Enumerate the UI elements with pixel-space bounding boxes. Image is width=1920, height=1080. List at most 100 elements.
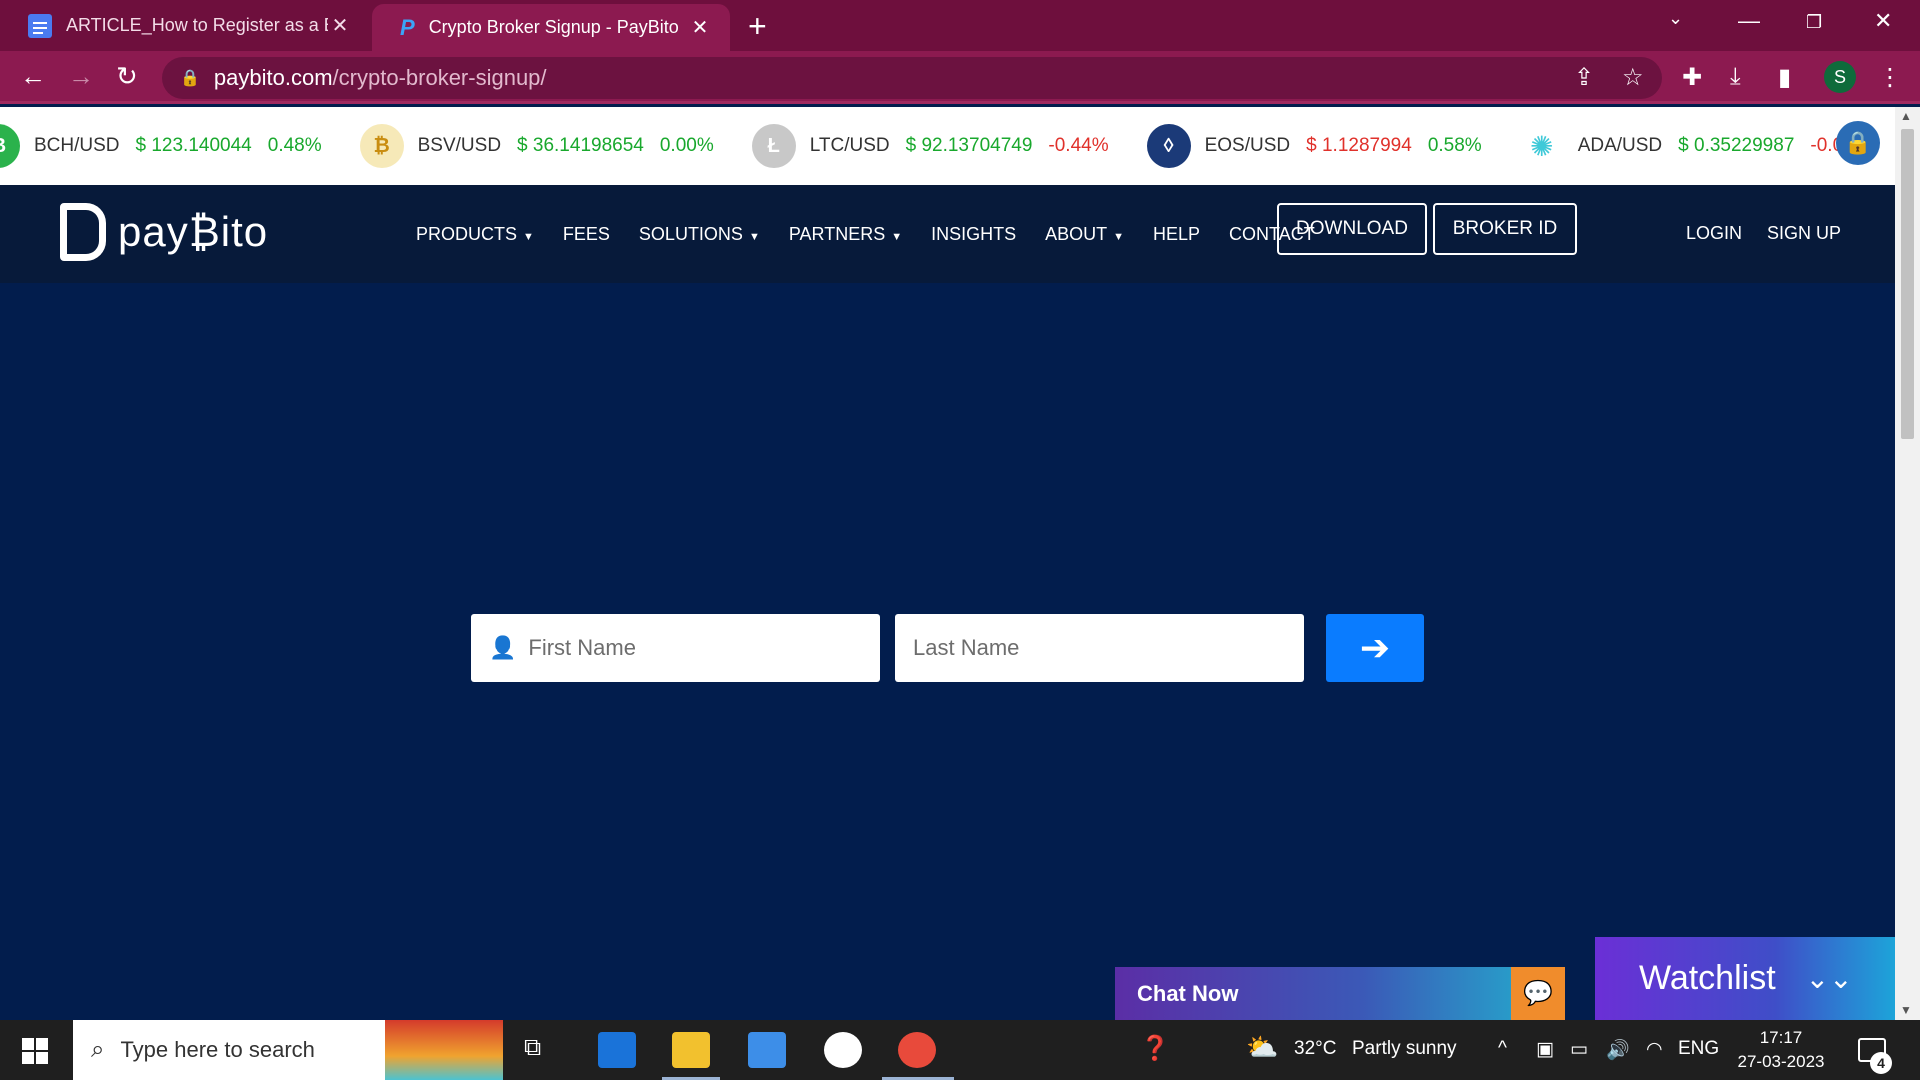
arrow-right-icon: ➔ <box>1359 627 1391 668</box>
taskbar-clock[interactable]: 17:17 27-03-2023 <box>1735 1026 1827 1074</box>
ticker-pair: ADA/USD <box>1577 135 1663 156</box>
tab-search-chevron-icon[interactable]: ⌄ <box>1668 8 1683 29</box>
login-link[interactable]: LOGIN <box>1686 223 1742 244</box>
nav-partners[interactable]: PARTNERS ▼ <box>789 224 902 245</box>
bookmark-star-icon[interactable]: ☆ <box>1622 63 1644 92</box>
caret-down-icon: ▼ <box>523 230 534 243</box>
download-button[interactable]: DOWNLOAD <box>1277 203 1427 255</box>
chat-now-label: Chat Now <box>1137 980 1239 1006</box>
ticker-item-ada[interactable]: ✺ ADA/USD $ 0.35229987 -0.06% <box>1519 124 1871 168</box>
windows-taskbar: ⌕ Type here to search ⧉ ❓ ⛅ 32°C Partly … <box>0 1020 1920 1080</box>
search-highlight-image[interactable] <box>385 1020 503 1080</box>
wifi-icon[interactable]: ◠ <box>1646 1038 1663 1061</box>
weather-description[interactable]: Partly sunny <box>1352 1038 1457 1060</box>
search-icon: ⌕ <box>91 1036 105 1063</box>
ticker-price: $ 123.140044 <box>135 135 252 156</box>
first-name-field[interactable]: 👤 First Name <box>471 614 880 682</box>
eos-icon: ◊ <box>1146 124 1191 168</box>
chrome-icon[interactable] <box>898 1032 936 1068</box>
reload-icon[interactable]: ↻ <box>116 61 138 92</box>
submit-button[interactable]: ➔ <box>1326 614 1424 682</box>
signup-link[interactable]: SIGN UP <box>1767 223 1841 244</box>
windows-start-icon[interactable] <box>22 1038 48 1064</box>
cardano-icon: ✺ <box>1519 124 1564 168</box>
file-explorer-icon[interactable] <box>672 1032 710 1068</box>
last-name-field[interactable]: Last Name <box>895 614 1304 682</box>
close-window-icon[interactable]: ✕ <box>1874 8 1892 34</box>
share-icon[interactable]: ⇪ <box>1574 63 1594 92</box>
new-tab-icon[interactable]: + <box>748 8 767 45</box>
slack-icon[interactable] <box>824 1032 862 1068</box>
nav-solutions[interactable]: SOLUTIONS ▼ <box>639 224 760 245</box>
ticker-price: $ 0.35229987 <box>1678 135 1795 156</box>
minimize-icon[interactable]: — <box>1738 8 1760 34</box>
nav-insights[interactable]: INSIGHTS <box>931 224 1016 245</box>
watchlist-label: Watchlist <box>1639 959 1776 997</box>
taskbar-search-box[interactable]: ⌕ Type here to search <box>73 1020 385 1080</box>
nav-fees[interactable]: FEES <box>563 224 610 245</box>
ticker-price: $ 36.14198654 <box>517 135 644 156</box>
broker-id-button[interactable]: BROKER ID <box>1433 203 1577 255</box>
watchlist-widget[interactable]: Watchlist ⌄⌄ <box>1595 937 1895 1020</box>
weather-icon[interactable]: ⛅ <box>1246 1032 1278 1063</box>
main-nav: PRODUCTS ▼ FEES SOLUTIONS ▼ PARTNERS ▼ INSI… <box>416 185 1344 283</box>
mail-icon[interactable] <box>598 1032 636 1068</box>
tab-article[interactable]: ARTICLE_How to Register as a Br ✕ <box>0 0 370 51</box>
scroll-up-icon[interactable]: ▲ <box>1900 109 1912 123</box>
address-bar: ← → ↻ 🔒 paybito.com /crypto-broker-signu… <box>0 51 1920 104</box>
extensions-icon[interactable]: ✚ <box>1682 63 1702 92</box>
notification-count-badge: 4 <box>1870 1052 1892 1074</box>
forward-icon[interactable]: → <box>68 61 94 92</box>
ticker-item-eos[interactable]: ◊ EOS/USD $ 1.1287994 0.58% <box>1146 124 1482 168</box>
bitcoin-sv-icon: ₿ <box>359 124 404 168</box>
paybito-logo-mark <box>60 203 106 261</box>
nav-products[interactable]: PRODUCTS ▼ <box>416 224 534 245</box>
language-indicator[interactable]: ENG <box>1678 1038 1719 1060</box>
padlock-icon[interactable]: 🔒 <box>1836 121 1880 165</box>
close-tab-icon[interactable]: ✕ <box>328 13 352 38</box>
ticker-item-bsv[interactable]: ₿ BSV/USD $ 36.14198654 0.00% <box>359 124 714 168</box>
meet-now-icon[interactable]: ▣ <box>1536 1038 1554 1061</box>
chat-now-widget[interactable]: Chat Now 💬 <box>1115 967 1565 1020</box>
ticker-change: 0.58% <box>1427 135 1482 156</box>
user-icon: 👤 <box>489 635 517 660</box>
nav-help[interactable]: HELP <box>1153 224 1200 245</box>
close-tab-icon[interactable]: ✕ <box>688 15 712 40</box>
ticker-item-bch[interactable]: ₿ BCH/USD $ 123.140044 0.48% <box>0 124 322 168</box>
double-chevron-down-icon: ⌄⌄ <box>1805 963 1853 994</box>
restore-icon[interactable]: ❐ <box>1806 12 1822 33</box>
weather-temp[interactable]: 32°C <box>1294 1038 1336 1060</box>
microsoft-store-icon[interactable] <box>748 1032 786 1068</box>
caret-down-icon: ▼ <box>891 230 903 243</box>
ticker-pair: EOS/USD <box>1204 135 1291 156</box>
logo-text: pay₿ito <box>118 208 269 255</box>
last-name-placeholder: Last Name <box>913 635 1020 660</box>
browser-tab-bar: ARTICLE_How to Register as a Br ✕ P Cryp… <box>0 0 1920 51</box>
price-ticker: ₿ BCH/USD $ 123.140044 0.48% ₿ BSV/USD $… <box>0 107 1895 185</box>
back-icon[interactable]: ← <box>20 61 46 92</box>
caret-down-icon: ▼ <box>1113 230 1125 243</box>
volume-icon[interactable]: 🔊 <box>1606 1038 1630 1062</box>
scrollbar-thumb[interactable] <box>1901 129 1914 439</box>
url-domain: paybito.com <box>213 65 333 90</box>
tab-paybito[interactable]: P Crypto Broker Signup - PayBito ✕ <box>372 4 730 51</box>
menu-kebab-icon[interactable]: ⋮ <box>1878 63 1902 92</box>
task-view-icon[interactable]: ⧉ <box>524 1034 541 1062</box>
ticker-price: $ 1.1287994 <box>1306 135 1412 156</box>
page-scrollbar[interactable]: ▲ ▼ <box>1895 107 1920 1020</box>
download-icon[interactable]: ⤓ <box>1730 63 1741 91</box>
url-field[interactable]: 🔒 paybito.com /crypto-broker-signup/ <box>162 57 1662 99</box>
litecoin-icon: Ł <box>751 124 796 168</box>
nav-about[interactable]: ABOUT ▼ <box>1045 224 1124 245</box>
profile-avatar[interactable]: S <box>1824 61 1856 93</box>
show-hidden-icons-chevron-icon[interactable]: ^ <box>1498 1038 1507 1060</box>
help-icon[interactable]: ❓ <box>1140 1034 1170 1063</box>
battery-icon[interactable]: ▭ <box>1570 1038 1588 1061</box>
paybito-logo[interactable]: pay₿ito <box>60 203 268 261</box>
ticker-item-ltc[interactable]: Ł LTC/USD $ 92.13704749 -0.44% <box>751 124 1109 168</box>
bitcoin-cash-icon: ₿ <box>0 124 20 168</box>
side-panel-icon[interactable]: ▮ <box>1778 63 1791 92</box>
scroll-down-icon[interactable]: ▼ <box>1900 1003 1912 1017</box>
clock-time: 17:17 <box>1759 1028 1803 1047</box>
ticker-price: $ 92.13704749 <box>905 135 1033 156</box>
